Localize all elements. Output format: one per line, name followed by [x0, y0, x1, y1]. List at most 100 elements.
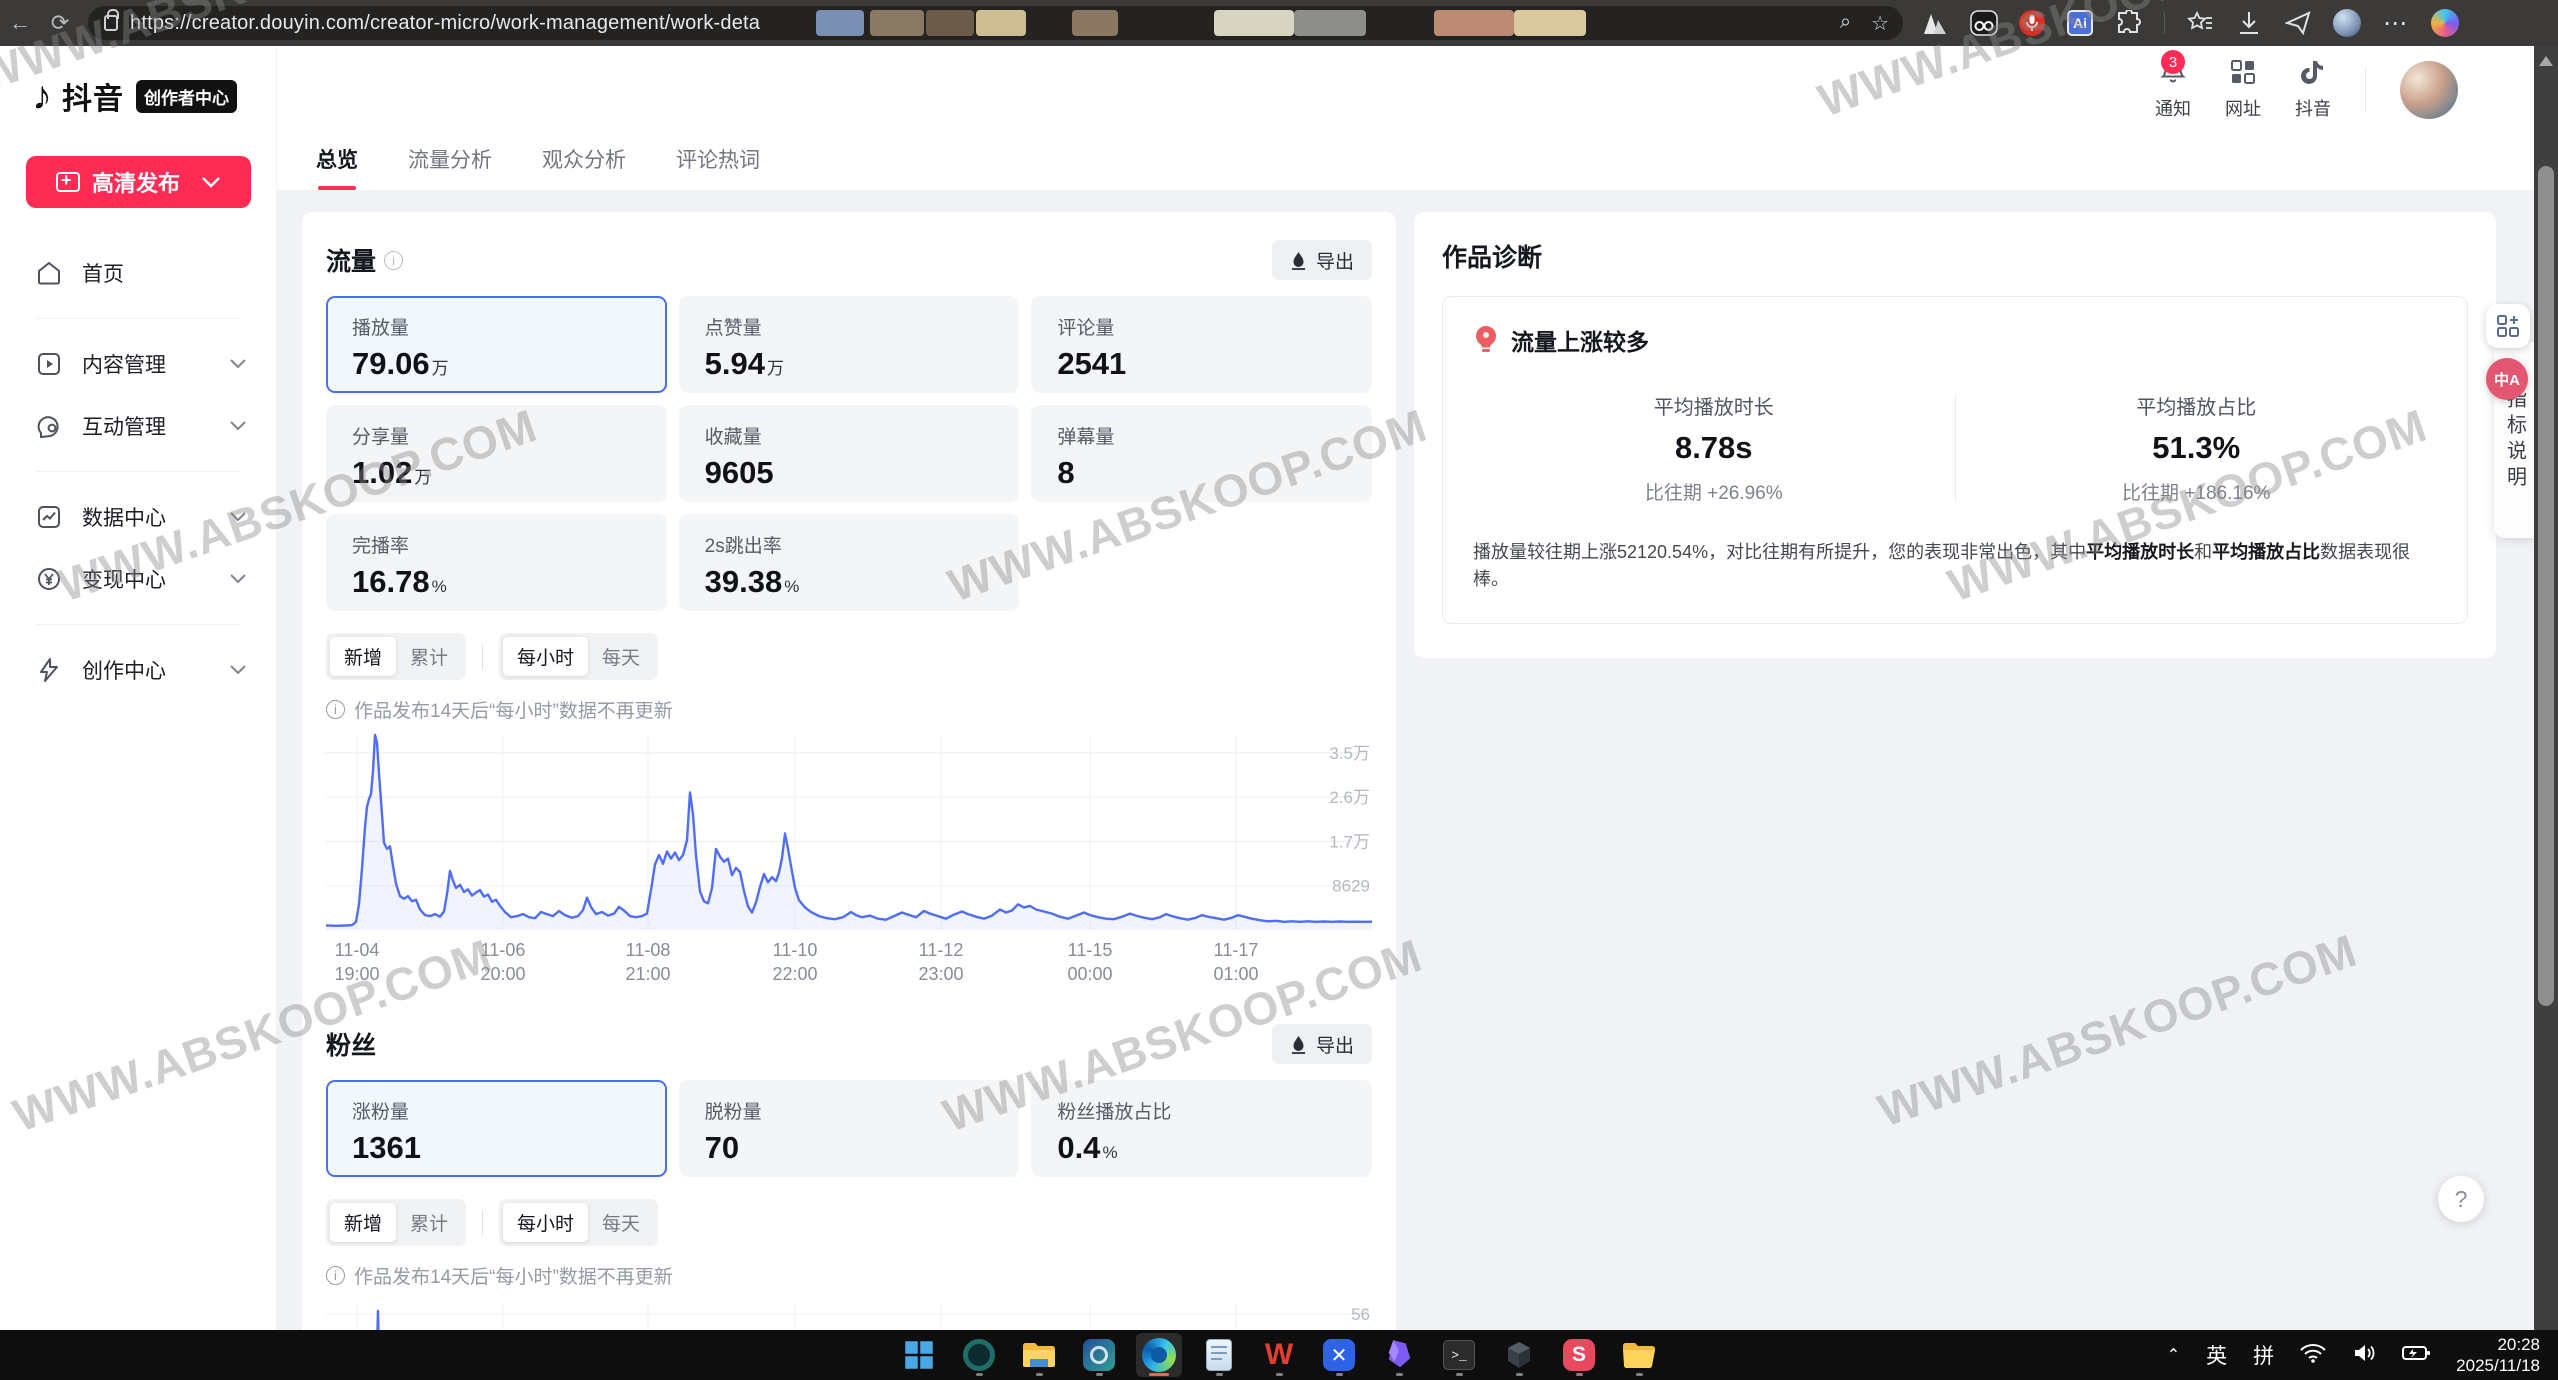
sidebar-item-home[interactable]: 首页 [0, 242, 276, 304]
taskbar-icon-file-explorer[interactable] [1016, 1333, 1062, 1377]
toggle-group: 新增累计 [326, 1199, 466, 1246]
traffic-line-chart[interactable]: 3.5万2.6万1.7万862911-0419:0011-0620:0011-0… [326, 733, 1372, 988]
notification-badge: 3 [2161, 50, 2185, 74]
scrollbar-thumb[interactable] [2538, 166, 2554, 1006]
stat-tile-脱粉量[interactable]: 脱粉量70 [679, 1080, 1020, 1177]
toggle-每小时[interactable]: 每小时 [503, 1203, 588, 1242]
reload-button[interactable]: ⟳ [40, 10, 80, 36]
taskbar-icon-wps-office[interactable]: W [1256, 1333, 1302, 1377]
publish-button-label: 高清发布 [92, 166, 180, 198]
douyin-logo[interactable]: ♪ 抖音 创作者中心 [0, 46, 276, 118]
taskbar-icon-blue-x-app[interactable]: ✕ [1316, 1333, 1362, 1377]
windows-taskbar: W ✕ >_ S ⌃ 英 拼 20:28 2025/11/18 [0, 1330, 2558, 1380]
stat-label: 弹幕量 [1057, 422, 1346, 449]
info-icon[interactable]: i [384, 251, 403, 270]
tab-流量分析[interactable]: 流量分析 [408, 144, 492, 190]
ai-extension-icon[interactable]: Ai [2066, 9, 2094, 37]
address-bar[interactable]: https://creator.douyin.com/creator-micro… [88, 6, 1903, 40]
stat-tile-分享量[interactable]: 分享量1.02万 [326, 405, 667, 502]
tab-总览[interactable]: 总览 [316, 144, 358, 190]
stat-tile-评论量[interactable]: 评论量2541 [1031, 296, 1372, 393]
mountain-extension-icon[interactable] [1921, 9, 1949, 37]
sidebar-divider [36, 318, 240, 319]
running-indicator [1396, 1373, 1403, 1376]
user-avatar[interactable] [2400, 61, 2458, 119]
tab-观众分析[interactable]: 观众分析 [542, 144, 626, 190]
sidebar-item-label: 变现中心 [82, 564, 230, 594]
widget-grid-icon[interactable] [2486, 304, 2530, 348]
taskbar-icon-obsidian[interactable] [1376, 1333, 1422, 1377]
header-action-网址[interactable]: 网址 [2225, 58, 2261, 121]
fans-toggles: 新增累计每小时每天 [326, 1199, 1372, 1246]
copilot-icon[interactable] [2431, 9, 2459, 37]
clock[interactable]: 20:28 2025/11/18 [2456, 1334, 2540, 1377]
header-action-抖音[interactable]: 抖音 [2295, 58, 2331, 121]
header-action-通知[interactable]: 3通知 [2155, 58, 2191, 121]
svg-text:11-04: 11-04 [335, 940, 380, 960]
taskbar-icon-notepad[interactable] [1196, 1333, 1242, 1377]
tray-chevron-icon[interactable]: ⌃ [2167, 1345, 2180, 1365]
svg-text:23:00: 23:00 [918, 964, 963, 984]
toggle-累计[interactable]: 累计 [396, 637, 462, 676]
fans-export-button[interactable]: 导出 [1272, 1024, 1372, 1064]
downloads-icon[interactable] [2235, 9, 2263, 37]
wifi-icon[interactable] [2300, 1343, 2326, 1368]
taskbar-icon-terminal[interactable]: >_ [1436, 1333, 1482, 1377]
extensions-puzzle-icon[interactable] [2115, 9, 2143, 37]
sidebar-item-data[interactable]: 数据中心 [0, 486, 276, 548]
toggle-每天[interactable]: 每天 [588, 1203, 654, 1242]
page-scrollbar[interactable] [2534, 46, 2558, 1330]
sidebar-item-content[interactable]: 内容管理 [0, 333, 276, 395]
browser-profile-avatar[interactable] [2333, 9, 2361, 37]
stat-tile-2s跳出率[interactable]: 2s跳出率39.38% [679, 514, 1020, 611]
tab-评论热词[interactable]: 评论热词 [676, 144, 760, 190]
back-button[interactable]: ← [0, 10, 40, 36]
sidebar-item-interact[interactable]: 互动管理 [0, 395, 276, 457]
sidebar: ♪ 抖音 创作者中心 高清发布 首页内容管理互动管理数据中心变现中心创作中心 [0, 46, 277, 1330]
sidebar-item-monetize[interactable]: 变现中心 [0, 548, 276, 610]
traffic-export-button[interactable]: 导出 [1272, 240, 1372, 280]
share-send-icon[interactable] [2284, 9, 2312, 37]
stat-tile-收藏量[interactable]: 收藏量9605 [679, 405, 1020, 502]
taskbar-icon-start[interactable] [896, 1333, 942, 1377]
taskbar-icon-red-s-app[interactable]: S [1556, 1333, 1602, 1377]
taskbar-icon-teal-ring-app[interactable] [956, 1333, 1002, 1377]
battery-icon[interactable] [2402, 1344, 2430, 1367]
stat-tile-点赞量[interactable]: 点赞量5.94万 [679, 296, 1020, 393]
stat-tile-播放量[interactable]: 播放量79.06万 [326, 296, 667, 393]
taskbar-icon-cube-app[interactable] [1496, 1333, 1542, 1377]
lang-indicator-en[interactable]: 英 [2206, 1340, 2227, 1370]
favorites-icon[interactable] [2186, 9, 2214, 37]
toggle-累计[interactable]: 累计 [396, 1203, 462, 1242]
stat-tile-粉丝播放占比[interactable]: 粉丝播放占比0.4% [1031, 1080, 1372, 1177]
toggle-每天[interactable]: 每天 [588, 637, 654, 676]
running-indicator [1036, 1373, 1043, 1376]
url-text[interactable]: https://creator.douyin.com/creator-micro… [130, 12, 760, 35]
lang-indicator-pinyin[interactable]: 拼 [2253, 1340, 2274, 1370]
toggle-新增[interactable]: 新增 [330, 1203, 396, 1242]
mic-extension-icon[interactable] [2019, 10, 2045, 36]
taskbar-icon-edge-browser[interactable] [1136, 1333, 1182, 1377]
diagnosis-metric-平均播放占比: 平均播放占比51.3%比往期 +186.16% [1956, 391, 2438, 505]
favorite-star-icon[interactable]: ☆ [1871, 11, 1889, 36]
binoculars-extension-icon[interactable] [1970, 9, 1998, 37]
tab-bar: 总览 流量分析 观众分析 评论热词 [316, 144, 760, 190]
scrollbar-up-arrow[interactable] [2539, 56, 2553, 66]
running-indicator [1516, 1373, 1523, 1376]
stat-tile-弹幕量[interactable]: 弹幕量8 [1031, 405, 1372, 502]
zoom-out-icon[interactable]: ⌕ [1840, 11, 1851, 36]
toggle-每小时[interactable]: 每小时 [503, 637, 588, 676]
translate-icon[interactable]: 中A [2486, 358, 2528, 400]
censored-block [1514, 10, 1586, 36]
taskbar-icon-photos-app[interactable] [1076, 1333, 1122, 1377]
toggle-新增[interactable]: 新增 [330, 637, 396, 676]
volume-icon[interactable] [2352, 1343, 2376, 1368]
sidebar-item-create[interactable]: 创作中心 [0, 639, 276, 701]
taskbar-icon-folder[interactable] [1616, 1333, 1662, 1377]
publish-button[interactable]: 高清发布 [26, 156, 251, 208]
more-menu-icon[interactable]: ⋯ [2382, 9, 2410, 37]
stat-tile-完播率[interactable]: 完播率16.78% [326, 514, 667, 611]
help-button[interactable]: ? [2438, 1176, 2484, 1222]
stat-tile-涨粉量[interactable]: 涨粉量1361 [326, 1080, 667, 1177]
publish-chevron-icon[interactable] [202, 177, 220, 188]
